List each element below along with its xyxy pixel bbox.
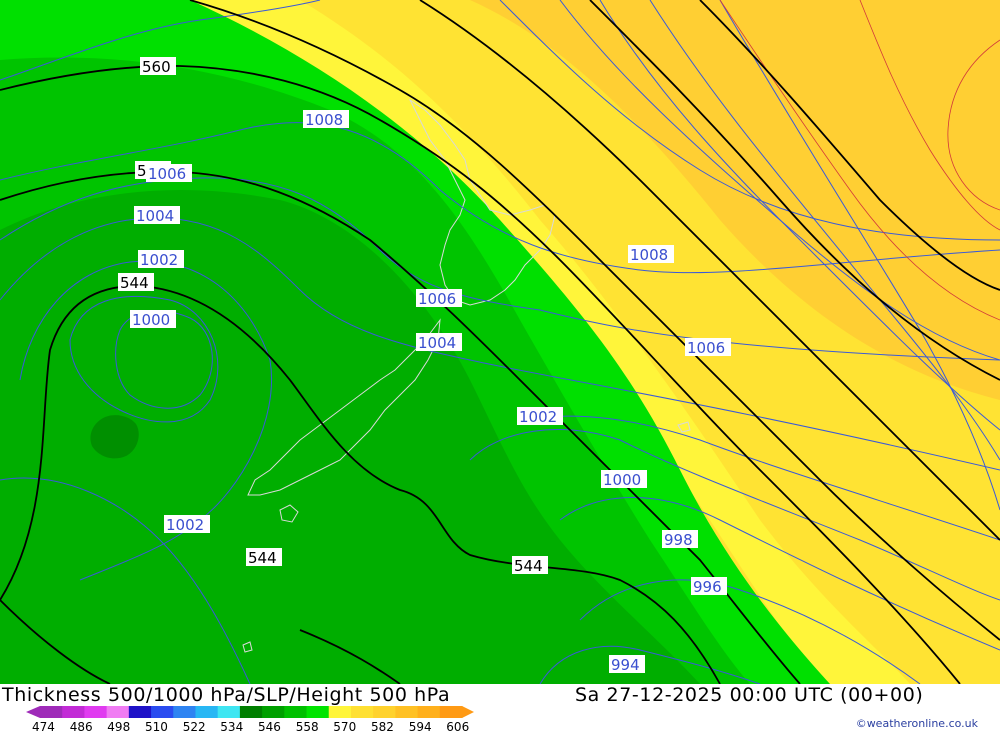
scale-swatch bbox=[239, 706, 263, 718]
svg-text:998: 998 bbox=[664, 531, 693, 549]
scale-swatch bbox=[40, 706, 63, 718]
svg-text:1008: 1008 bbox=[630, 246, 668, 264]
scale-label: 594 bbox=[409, 720, 432, 732]
scale-label: 486 bbox=[70, 720, 93, 732]
scale-swatch bbox=[151, 706, 174, 718]
svg-text:1004: 1004 bbox=[136, 207, 174, 225]
svg-text:1006: 1006 bbox=[148, 165, 186, 183]
isobar-label: 994 bbox=[609, 655, 645, 674]
scale-swatch bbox=[262, 706, 285, 718]
scale-swatch bbox=[128, 706, 152, 718]
svg-text:1000: 1000 bbox=[603, 471, 641, 489]
scale-swatch bbox=[350, 706, 374, 718]
scale-swatch bbox=[395, 706, 419, 718]
scale-label: 474 bbox=[32, 720, 55, 732]
scale-swatch bbox=[328, 706, 352, 718]
credit-text: ©weatheronline.co.uk bbox=[855, 717, 978, 730]
isobar-label: 1006 bbox=[416, 289, 462, 308]
isobar-label: 1006 bbox=[146, 164, 192, 183]
isobar-label: 1000 bbox=[601, 470, 647, 489]
scale-label: 558 bbox=[296, 720, 319, 732]
scale-swatch bbox=[217, 706, 241, 718]
scale-arrow-right bbox=[462, 706, 474, 718]
scale-swatch bbox=[284, 706, 308, 718]
svg-text:544: 544 bbox=[514, 557, 543, 575]
svg-text:544: 544 bbox=[248, 549, 277, 567]
svg-text:1006: 1006 bbox=[418, 290, 456, 308]
svg-text:560: 560 bbox=[142, 58, 171, 76]
svg-text:994: 994 bbox=[611, 656, 640, 674]
map-datetime: Sa 27-12-2025 00:00 UTC (00+00) bbox=[575, 684, 924, 706]
isobar-label: 1002 bbox=[164, 515, 210, 534]
svg-text:1000: 1000 bbox=[132, 311, 170, 329]
isobar-label: 1002 bbox=[517, 407, 563, 426]
scale-swatch bbox=[84, 706, 108, 718]
scale-label: 510 bbox=[145, 720, 168, 732]
color-scale-labels: 474 486 498 510 522 534 546 558 570 582 594 606 bbox=[32, 720, 469, 732]
scale-swatch bbox=[306, 706, 330, 718]
scale-label: 522 bbox=[183, 720, 206, 732]
svg-text:996: 996 bbox=[693, 578, 722, 596]
scale-swatch bbox=[62, 706, 85, 718]
height-label: 544 bbox=[246, 548, 282, 567]
height-label: 544 bbox=[118, 273, 154, 292]
isobar-label: 1002 bbox=[138, 250, 184, 269]
height-label: 560 bbox=[140, 57, 176, 76]
scale-swatch bbox=[373, 706, 396, 718]
svg-text:1004: 1004 bbox=[418, 334, 456, 352]
scale-label: 498 bbox=[107, 720, 130, 732]
isobar-label: 998 bbox=[662, 530, 698, 549]
scale-swatch bbox=[417, 706, 441, 718]
svg-text:1002: 1002 bbox=[140, 251, 178, 269]
color-scale-bar bbox=[26, 706, 474, 718]
scale-swatch bbox=[173, 706, 196, 718]
svg-text:1006: 1006 bbox=[687, 339, 725, 357]
svg-text:1002: 1002 bbox=[166, 516, 204, 534]
isobar-label: 1006 bbox=[685, 338, 731, 357]
isobar-label: 1000 bbox=[130, 310, 176, 329]
isobar-label: 1004 bbox=[134, 206, 180, 225]
scale-label: 534 bbox=[220, 720, 243, 732]
weather-map: 560 544 544 544 544 1008 1006 1004 1002 … bbox=[0, 0, 1000, 684]
scale-label: 582 bbox=[371, 720, 394, 732]
scale-label: 546 bbox=[258, 720, 281, 732]
svg-text:544: 544 bbox=[120, 274, 149, 292]
map-footer: Thickness 500/1000 hPa/SLP/Height 500 hP… bbox=[0, 684, 1000, 733]
scale-label: 606 bbox=[446, 720, 469, 732]
height-label: 544 bbox=[512, 556, 548, 575]
isobar-label: 1008 bbox=[628, 245, 674, 264]
isobar-label: 1004 bbox=[416, 333, 462, 352]
svg-text:1002: 1002 bbox=[519, 408, 557, 426]
scale-swatch bbox=[106, 706, 130, 718]
scale-swatch bbox=[195, 706, 219, 718]
scale-label: 570 bbox=[333, 720, 356, 732]
scale-arrow-left bbox=[26, 706, 40, 718]
color-scale: 474 486 498 510 522 534 546 558 570 582 594 606 bbox=[26, 706, 474, 732]
scale-swatch bbox=[439, 706, 463, 718]
map-title: Thickness 500/1000 hPa/SLP/Height 500 hP… bbox=[2, 684, 451, 706]
svg-text:1008: 1008 bbox=[305, 111, 343, 129]
isobar-label: 996 bbox=[691, 577, 727, 596]
isobar-label: 1008 bbox=[303, 110, 349, 129]
